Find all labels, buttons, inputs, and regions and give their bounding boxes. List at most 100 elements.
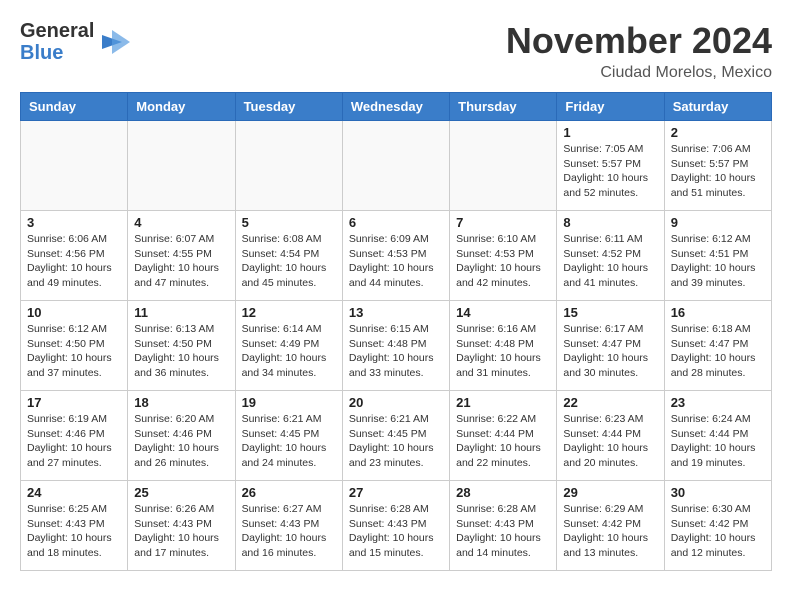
day-info: Sunrise: 6:23 AMSunset: 4:44 PMDaylight:… bbox=[563, 412, 657, 471]
calendar-cell: 11 Sunrise: 6:13 AMSunset: 4:50 PMDayligh… bbox=[128, 301, 235, 391]
day-number: 26 bbox=[242, 485, 336, 500]
day-info: Sunrise: 6:20 AMSunset: 4:46 PMDaylight:… bbox=[134, 412, 228, 471]
day-number: 30 bbox=[671, 485, 765, 500]
day-info: Sunrise: 7:05 AMSunset: 5:57 PMDaylight:… bbox=[563, 142, 657, 201]
day-number: 17 bbox=[27, 395, 121, 410]
calendar-cell: 24Sunrise: 6:25 AMSunset: 4:43 PMDayligh… bbox=[21, 481, 128, 571]
calendar-cell: 21Sunrise: 6:22 AMSunset: 4:44 PMDayligh… bbox=[450, 391, 557, 481]
day-number: 10 bbox=[27, 305, 121, 320]
day-number: 3 bbox=[27, 215, 121, 230]
week-row-2: 3 Sunrise: 6:06 AMSunset: 4:56 PMDaylight… bbox=[21, 211, 772, 301]
day-info: Sunrise: 6:27 AMSunset: 4:43 PMDaylight:… bbox=[242, 502, 336, 561]
weekday-header-row: SundayMondayTuesdayWednesdayThursdayFrid… bbox=[21, 93, 772, 121]
day-info: Sunrise: 6:21 AMSunset: 4:45 PMDaylight:… bbox=[242, 412, 336, 471]
calendar-cell: 26 Sunrise: 6:27 AMSunset: 4:43 PMDayligh… bbox=[235, 481, 342, 571]
logo: General Blue bbox=[20, 20, 132, 64]
calendar-cell: 29 Sunrise: 6:29 AMSunset: 4:42 PMDayligh… bbox=[557, 481, 664, 571]
day-info: Sunrise: 6:21 AMSunset: 4:45 PMDaylight:… bbox=[349, 412, 443, 471]
page-header: General Blue November 2024 Ciudad Morelo… bbox=[20, 20, 772, 82]
day-number: 28 bbox=[456, 485, 550, 500]
location-subtitle: Ciudad Morelos, Mexico bbox=[506, 64, 772, 82]
day-info: Sunrise: 6:28 AMSunset: 4:43 PMDaylight:… bbox=[456, 502, 550, 561]
calendar-cell: 18 Sunrise: 6:20 AMSunset: 4:46 PMDayligh… bbox=[128, 391, 235, 481]
weekday-header-wednesday: Wednesday bbox=[342, 93, 449, 121]
day-info: Sunrise: 6:12 AMSunset: 4:51 PMDaylight:… bbox=[671, 232, 765, 291]
calendar-cell: 23Sunrise: 6:24 AMSunset: 4:44 PMDayligh… bbox=[664, 391, 771, 481]
day-info: Sunrise: 6:29 AMSunset: 4:42 PMDaylight:… bbox=[563, 502, 657, 561]
calendar-cell: 13 Sunrise: 6:15 AMSunset: 4:48 PMDayligh… bbox=[342, 301, 449, 391]
weekday-header-sunday: Sunday bbox=[21, 93, 128, 121]
day-info: Sunrise: 6:19 AMSunset: 4:46 PMDaylight:… bbox=[27, 412, 121, 471]
calendar-cell: 25 Sunrise: 6:26 AMSunset: 4:43 PMDayligh… bbox=[128, 481, 235, 571]
day-number: 29 bbox=[563, 485, 657, 500]
day-info: Sunrise: 6:18 AMSunset: 4:47 PMDaylight:… bbox=[671, 322, 765, 381]
day-number: 14 bbox=[456, 305, 550, 320]
day-number: 16 bbox=[671, 305, 765, 320]
day-number: 12 bbox=[242, 305, 336, 320]
calendar-cell: 22 Sunrise: 6:23 AMSunset: 4:44 PMDayligh… bbox=[557, 391, 664, 481]
day-info: Sunrise: 6:30 AMSunset: 4:42 PMDaylight:… bbox=[671, 502, 765, 561]
day-info: Sunrise: 6:09 AMSunset: 4:53 PMDaylight:… bbox=[349, 232, 443, 291]
week-row-4: 17 Sunrise: 6:19 AMSunset: 4:46 PMDayligh… bbox=[21, 391, 772, 481]
calendar-cell: 7 Sunrise: 6:10 AMSunset: 4:53 PMDaylight… bbox=[450, 211, 557, 301]
day-info: Sunrise: 6:10 AMSunset: 4:53 PMDaylight:… bbox=[456, 232, 550, 291]
calendar-cell: 5 Sunrise: 6:08 AMSunset: 4:54 PMDaylight… bbox=[235, 211, 342, 301]
calendar-cell bbox=[342, 121, 449, 211]
calendar-cell: 10 Sunrise: 6:12 AMSunset: 4:50 PMDayligh… bbox=[21, 301, 128, 391]
day-number: 23 bbox=[671, 395, 765, 410]
day-number: 22 bbox=[563, 395, 657, 410]
day-number: 5 bbox=[242, 215, 336, 230]
week-row-5: 24Sunrise: 6:25 AMSunset: 4:43 PMDayligh… bbox=[21, 481, 772, 571]
logo-general: General bbox=[20, 20, 94, 42]
day-number: 20 bbox=[349, 395, 443, 410]
day-number: 6 bbox=[349, 215, 443, 230]
day-info: Sunrise: 6:28 AMSunset: 4:43 PMDaylight:… bbox=[349, 502, 443, 561]
weekday-header-thursday: Thursday bbox=[450, 93, 557, 121]
calendar-cell: 8 Sunrise: 6:11 AMSunset: 4:52 PMDaylight… bbox=[557, 211, 664, 301]
day-number: 21 bbox=[456, 395, 550, 410]
day-number: 15 bbox=[563, 305, 657, 320]
day-info: Sunrise: 6:07 AMSunset: 4:55 PMDaylight:… bbox=[134, 232, 228, 291]
day-number: 25 bbox=[134, 485, 228, 500]
day-info: Sunrise: 6:15 AMSunset: 4:48 PMDaylight:… bbox=[349, 322, 443, 381]
day-number: 27 bbox=[349, 485, 443, 500]
weekday-header-saturday: Saturday bbox=[664, 93, 771, 121]
calendar-cell bbox=[21, 121, 128, 211]
calendar-cell: 6 Sunrise: 6:09 AMSunset: 4:53 PMDaylight… bbox=[342, 211, 449, 301]
calendar-cell: 1 Sunrise: 7:05 AMSunset: 5:57 PMDaylight… bbox=[557, 121, 664, 211]
day-number: 18 bbox=[134, 395, 228, 410]
day-number: 8 bbox=[563, 215, 657, 230]
calendar-cell bbox=[128, 121, 235, 211]
day-number: 7 bbox=[456, 215, 550, 230]
calendar-cell: 12Sunrise: 6:14 AMSunset: 4:49 PMDayligh… bbox=[235, 301, 342, 391]
calendar-cell bbox=[450, 121, 557, 211]
day-info: Sunrise: 6:08 AMSunset: 4:54 PMDaylight:… bbox=[242, 232, 336, 291]
day-info: Sunrise: 6:13 AMSunset: 4:50 PMDaylight:… bbox=[134, 322, 228, 381]
day-number: 13 bbox=[349, 305, 443, 320]
logo-blue: Blue bbox=[20, 42, 94, 64]
day-info: Sunrise: 6:06 AMSunset: 4:56 PMDaylight:… bbox=[27, 232, 121, 291]
week-row-3: 10 Sunrise: 6:12 AMSunset: 4:50 PMDayligh… bbox=[21, 301, 772, 391]
logo-icon bbox=[102, 27, 132, 57]
day-number: 11 bbox=[134, 305, 228, 320]
calendar-cell: 28 Sunrise: 6:28 AMSunset: 4:43 PMDayligh… bbox=[450, 481, 557, 571]
week-row-1: 1 Sunrise: 7:05 AMSunset: 5:57 PMDaylight… bbox=[21, 121, 772, 211]
calendar-table: SundayMondayTuesdayWednesdayThursdayFrid… bbox=[20, 92, 772, 571]
day-number: 2 bbox=[671, 125, 765, 140]
day-info: Sunrise: 6:12 AMSunset: 4:50 PMDaylight:… bbox=[27, 322, 121, 381]
day-number: 19 bbox=[242, 395, 336, 410]
day-number: 1 bbox=[563, 125, 657, 140]
calendar-cell: 20 Sunrise: 6:21 AMSunset: 4:45 PMDayligh… bbox=[342, 391, 449, 481]
month-title: November 2024 bbox=[506, 20, 772, 62]
calendar-cell: 3 Sunrise: 6:06 AMSunset: 4:56 PMDaylight… bbox=[21, 211, 128, 301]
day-info: Sunrise: 6:11 AMSunset: 4:52 PMDaylight:… bbox=[563, 232, 657, 291]
title-block: November 2024 Ciudad Morelos, Mexico bbox=[506, 20, 772, 82]
weekday-header-monday: Monday bbox=[128, 93, 235, 121]
calendar-cell: 27 Sunrise: 6:28 AMSunset: 4:43 PMDayligh… bbox=[342, 481, 449, 571]
calendar-cell: 30 Sunrise: 6:30 AMSunset: 4:42 PMDayligh… bbox=[664, 481, 771, 571]
day-info: Sunrise: 7:06 AMSunset: 5:57 PMDaylight:… bbox=[671, 142, 765, 201]
day-info: Sunrise: 6:26 AMSunset: 4:43 PMDaylight:… bbox=[134, 502, 228, 561]
calendar-cell bbox=[235, 121, 342, 211]
day-number: 24 bbox=[27, 485, 121, 500]
day-info: Sunrise: 6:17 AMSunset: 4:47 PMDaylight:… bbox=[563, 322, 657, 381]
